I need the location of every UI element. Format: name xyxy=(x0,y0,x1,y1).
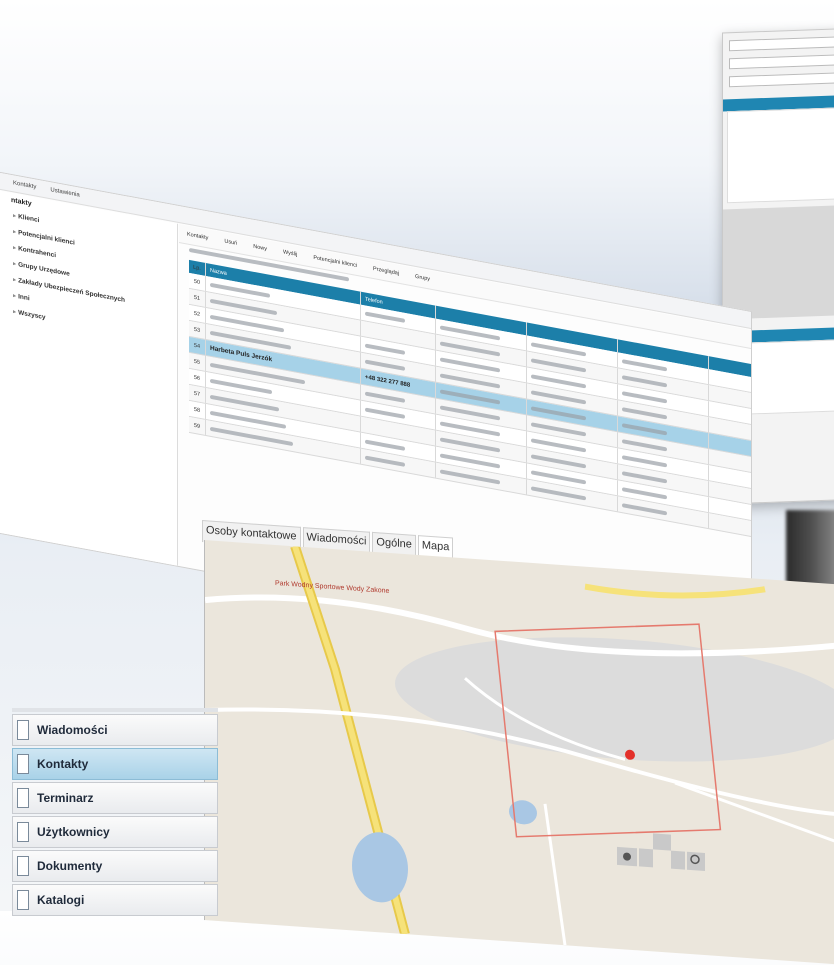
dialog-row xyxy=(729,71,834,87)
dialog-row xyxy=(729,53,834,69)
cell-placeholder xyxy=(365,407,405,419)
nav-splitter[interactable] xyxy=(12,708,218,712)
pan-right-icon[interactable] xyxy=(671,850,685,870)
cell-placeholder xyxy=(622,406,667,419)
nav-kontakty[interactable]: Kontakty xyxy=(12,748,218,780)
pan-left-icon[interactable] xyxy=(639,848,653,868)
cell-id: 54 xyxy=(189,336,206,356)
map-area-gray xyxy=(395,637,834,762)
toolbar-nowy-button[interactable]: Nowy xyxy=(253,244,267,253)
nav-label: Terminarz xyxy=(37,791,94,805)
dialog-field[interactable] xyxy=(729,53,834,69)
cell-id: 52 xyxy=(189,304,206,324)
cell-placeholder xyxy=(622,390,667,403)
nav-dokumenty[interactable]: Dokumenty xyxy=(12,850,218,882)
module-nav: Wiadomości Kontakty Terminarz Użytkownic… xyxy=(12,708,218,918)
toolbar-wyslij-button[interactable]: Wyślij xyxy=(283,249,297,258)
contacts-tree: ntakty Klienci Potencjalni klienci Kontr… xyxy=(0,189,178,566)
nav-terminarz[interactable]: Terminarz xyxy=(12,782,218,814)
cell-id: 51 xyxy=(189,288,206,308)
contacts-icon xyxy=(17,754,29,774)
cell-placeholder xyxy=(365,343,405,355)
cell-placeholder xyxy=(365,391,405,403)
users-icon xyxy=(17,822,29,842)
toolbar-przegladaj-button[interactable]: Przeglądaj xyxy=(373,266,399,277)
cell-id: 55 xyxy=(189,352,206,372)
cell-placeholder xyxy=(622,454,667,467)
nav-wiadomosci[interactable]: Wiadomości xyxy=(12,714,218,746)
zoom-icon[interactable] xyxy=(687,851,705,872)
cell-id: 53 xyxy=(189,320,206,340)
toolbar-grupy-button[interactable]: Grupy xyxy=(415,274,430,283)
cell-id: 56 xyxy=(189,368,206,388)
toolbar-kontakty-button[interactable]: Kontakty xyxy=(187,232,208,242)
pan-up-icon[interactable] xyxy=(653,833,671,851)
toolbar-usun-button[interactable]: Usuń xyxy=(224,238,237,246)
dialog-field[interactable] xyxy=(729,35,834,51)
cell-id: 58 xyxy=(189,400,206,420)
nav-uzytkownicy[interactable]: Użytkownicy xyxy=(12,816,218,848)
dialog-form-section xyxy=(723,204,834,320)
cell-placeholder xyxy=(365,311,405,323)
map-lake xyxy=(352,832,408,903)
cell-placeholder xyxy=(622,422,667,435)
nav-label: Wiadomości xyxy=(37,723,108,737)
calendar-icon xyxy=(17,788,29,808)
nav-label: Katalogi xyxy=(37,893,85,907)
cell-id: 57 xyxy=(189,384,206,404)
map-road-5 xyxy=(674,781,834,847)
document-icon xyxy=(17,856,29,876)
cell-placeholder xyxy=(622,470,667,483)
nav-label: Dokumenty xyxy=(37,859,103,873)
cell-placeholder xyxy=(622,502,667,515)
toolbar-potencjalni-button[interactable]: Potencjalni klienci xyxy=(313,255,357,269)
map-canvas[interactable]: Park Wodny Sportowe Wody Zakone xyxy=(204,540,834,965)
cell-placeholder xyxy=(365,455,405,467)
menu-kontakty[interactable]: Kontakty xyxy=(13,180,36,190)
map-controls xyxy=(617,833,705,872)
cell-placeholder xyxy=(365,359,405,371)
cell-id: 59 xyxy=(189,416,206,436)
map-road-4 xyxy=(543,803,567,946)
map-view[interactable]: Park Wodny Sportowe Wody Zakone xyxy=(204,540,834,965)
cell-placeholder xyxy=(622,374,667,387)
cell-placeholder xyxy=(365,439,405,451)
cell-placeholder xyxy=(622,486,667,499)
cell-id: 50 xyxy=(189,272,206,292)
map-road-top xyxy=(584,583,766,599)
nav-label: Użytkownicy xyxy=(37,825,110,839)
dialog-field[interactable] xyxy=(729,71,834,87)
folder-icon xyxy=(17,890,29,910)
map-poi-label: Park Wodny Sportowe Wody Zakone xyxy=(275,580,389,595)
dialog-grid xyxy=(727,106,834,204)
cell-placeholder xyxy=(622,438,667,451)
mail-icon xyxy=(17,720,29,740)
nav-katalogi[interactable]: Katalogi xyxy=(12,884,218,916)
dialog-row xyxy=(729,35,834,51)
menu-ustawienia[interactable]: Ustawienia xyxy=(50,187,79,198)
cell-placeholder xyxy=(622,358,667,371)
nav-label: Kontakty xyxy=(37,757,89,771)
